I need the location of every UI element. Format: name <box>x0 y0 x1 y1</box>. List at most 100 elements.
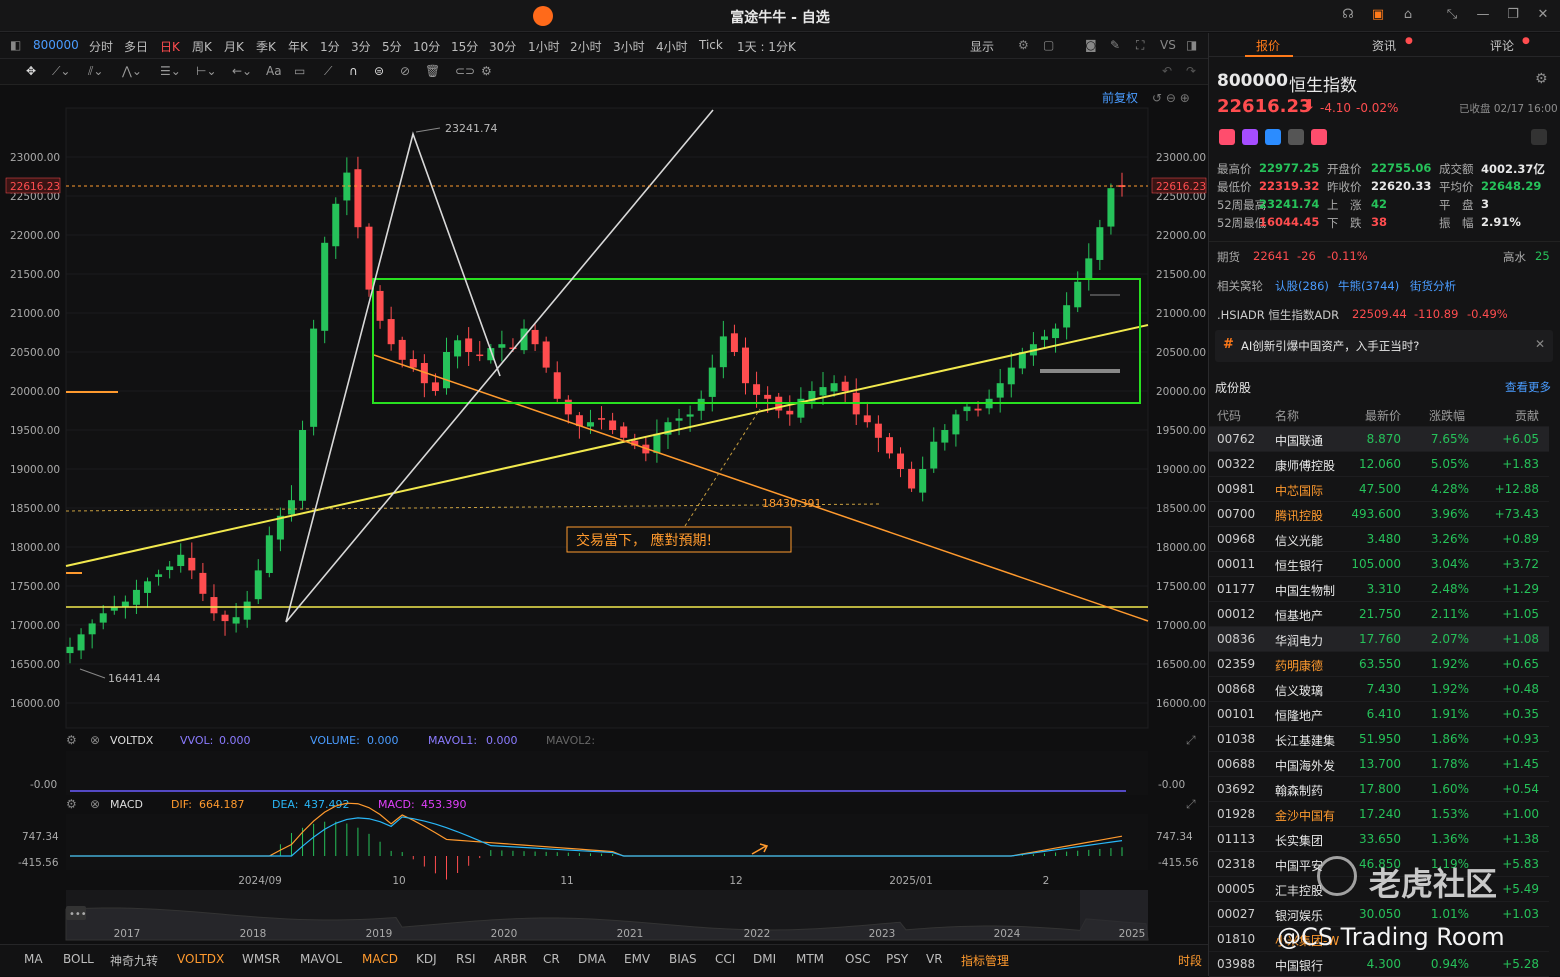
macd-settings-icon[interactable]: ⚙ <box>66 797 77 811</box>
trash-icon[interactable]: 🗑 <box>425 64 440 78</box>
magnet-icon[interactable]: ∩ <box>349 64 358 78</box>
col-code[interactable]: 代码 <box>1217 407 1241 424</box>
price-adjust-label[interactable]: 前复权 <box>1102 90 1138 105</box>
list-icon[interactable] <box>1288 129 1304 145</box>
display-dropdown[interactable]: 显示 <box>970 38 994 55</box>
reset-zoom-icon[interactable]: ↺ ⊖ ⊕ <box>1152 91 1190 105</box>
indicator-manage[interactable]: 指标管理 <box>961 952 1009 969</box>
ind-17[interactable]: OSC <box>845 952 870 966</box>
hide-drawing-icon[interactable]: ⊘ <box>400 64 410 78</box>
component-row[interactable]: 03692 翰森制药 17.800 1.60% +0.54 <box>1209 777 1549 802</box>
eraser-tool-icon[interactable]: ⟋ <box>324 64 332 79</box>
tf-10[interactable]: 10分 <box>413 38 440 55</box>
bull-bear-link[interactable]: 牛熊(3744) <box>1338 278 1399 294</box>
panel-toggle-icon[interactable]: ◧ <box>10 38 21 52</box>
component-row[interactable]: 00868 信义玻璃 7.430 1.92% +0.48 <box>1209 677 1549 702</box>
tf-13[interactable]: 1小时 <box>528 38 560 55</box>
ind-13[interactable]: BIAS <box>669 952 697 966</box>
macd-close-icon[interactable]: ⊗ <box>90 797 100 811</box>
tf-1[interactable]: 多日 <box>124 38 148 55</box>
tab-quote[interactable]: 报价 <box>1256 37 1280 54</box>
promo-close-icon[interactable]: ✕ <box>1535 337 1545 351</box>
see-more-link[interactable]: 查看更多 <box>1505 379 1551 395</box>
ind-12[interactable]: EMV <box>624 952 650 966</box>
minimize-icon[interactable]: — <box>1475 7 1491 23</box>
ind-11[interactable]: DMA <box>578 952 606 966</box>
col-name[interactable]: 名称 <box>1275 407 1299 424</box>
fib-tool-icon[interactable]: ☰⌄ <box>160 64 181 78</box>
tf-4[interactable]: 月K <box>224 38 244 55</box>
ind-16[interactable]: MTM <box>796 952 824 966</box>
shirt-icon[interactable]: ⌂ <box>1400 7 1416 23</box>
heart-icon[interactable] <box>1311 129 1327 145</box>
tf-12[interactable]: 30分 <box>489 38 516 55</box>
ind-14[interactable]: CCI <box>715 952 735 966</box>
lock-drawing-icon[interactable]: ⊜ <box>374 64 384 78</box>
ind-1[interactable]: BOLL <box>63 952 94 966</box>
component-row[interactable]: 00836 华润电力 17.760 2.07% +1.08 <box>1209 627 1549 652</box>
component-row[interactable]: 00981 中芯国际 47.500 4.28% +12.88 <box>1209 477 1549 502</box>
component-row[interactable]: 00012 恒基地产 21.750 2.11% +1.05 <box>1209 602 1549 627</box>
tf-14[interactable]: 2小时 <box>570 38 602 55</box>
ind-19[interactable]: VR <box>926 952 943 966</box>
ind-9[interactable]: ARBR <box>494 952 527 966</box>
tf-6[interactable]: 年K <box>288 38 308 55</box>
tab-comments[interactable]: 评论 <box>1490 37 1514 54</box>
tf-17[interactable]: Tick <box>699 38 723 52</box>
kline-chart-area[interactable]: 23000.00 22500.00 22000.00 21500.00 21000.00… <box>0 86 1208 944</box>
chip-icon[interactable] <box>1265 129 1281 145</box>
tf-16[interactable]: 4小时 <box>656 38 688 55</box>
component-row[interactable]: 00700 腾讯控股 493.600 3.96% +73.43 <box>1209 502 1549 527</box>
compare-icon[interactable]: VS <box>1160 38 1176 52</box>
tf-15[interactable]: 3小时 <box>613 38 645 55</box>
fullscreen-icon[interactable]: ⛶ <box>1136 38 1144 53</box>
session-button[interactable]: 时段 <box>1178 952 1202 969</box>
tf-5[interactable]: 季K <box>256 38 276 55</box>
tf-2[interactable]: 日K <box>160 38 180 55</box>
ind-10[interactable]: CR <box>543 952 560 966</box>
component-row[interactable]: 00101 恒隆地产 6.410 1.91% +0.35 <box>1209 702 1549 727</box>
component-row[interactable]: 02359 药明康德 63.550 1.92% +0.65 <box>1209 652 1549 677</box>
tf-0[interactable]: 分时 <box>89 38 113 55</box>
pen-icon[interactable]: ✎ <box>1110 38 1120 52</box>
restore-icon[interactable]: ❐ <box>1505 7 1521 23</box>
kline-chart-svg[interactable]: 23000.0022500.0022000.0021500.0021000.00… <box>0 86 1208 944</box>
bell-icon[interactable] <box>1531 129 1547 145</box>
stock-code[interactable]: 800000 <box>33 38 79 52</box>
ind-15[interactable]: DMI <box>753 952 776 966</box>
wave-tool-icon[interactable]: ⋀⌄ <box>122 64 142 78</box>
component-row[interactable]: 00322 康师傅控股 12.060 5.05% +1.83 <box>1209 452 1549 477</box>
component-row[interactable]: 00688 中国海外发 13.700 1.78% +1.45 <box>1209 752 1549 777</box>
gear-icon[interactable]: ⚙ <box>1018 38 1029 52</box>
close-icon[interactable]: ✕ <box>1535 7 1551 23</box>
component-row[interactable]: 00968 信义光能 3.480 3.26% +0.89 <box>1209 527 1549 552</box>
tf-11[interactable]: 15分 <box>451 38 478 55</box>
adr-name[interactable]: .HSIADR 恒生指数ADR <box>1217 307 1339 323</box>
channel-tool-icon[interactable]: ⫽⌄ <box>88 64 103 79</box>
draw-settings-icon[interactable]: ⚙ <box>481 64 492 78</box>
tab-news[interactable]: 资讯 <box>1372 37 1396 54</box>
undo-icon[interactable]: ↶ <box>1162 64 1172 78</box>
sidebar-toggle-icon[interactable]: ◨ <box>1186 38 1197 52</box>
camera-icon[interactable]: ◙ <box>1085 38 1097 52</box>
tf-8[interactable]: 3分 <box>351 38 371 55</box>
macd-expand-icon[interactable]: ⤢ <box>1185 797 1196 811</box>
ind-0[interactable]: MA <box>24 952 43 966</box>
voltdx-expand-icon[interactable]: ⤢ <box>1185 733 1196 747</box>
tf-dropdown[interactable]: 1天 : 1分K <box>737 38 796 55</box>
component-row[interactable]: 00011 恒生银行 105.000 3.04% +3.72 <box>1209 552 1549 577</box>
tf-9[interactable]: 5分 <box>382 38 402 55</box>
voltdx-close-icon[interactable]: ⊗ <box>90 733 100 747</box>
component-row[interactable]: 01177 中国生物制 3.310 2.48% +1.29 <box>1209 577 1549 602</box>
arrow-tool-icon[interactable]: ←⌄ <box>232 64 252 78</box>
link-icon[interactable]: ⊂⊃ <box>455 64 475 78</box>
component-row[interactable]: 00762 中国联通 8.870 7.65% +6.05 <box>1209 427 1549 452</box>
col-pct[interactable]: 涨跌幅 <box>1429 407 1465 424</box>
settings-icon[interactable]: ⚙ <box>1535 71 1548 87</box>
redo-icon[interactable]: ↷ <box>1186 64 1196 78</box>
component-row[interactable]: 03988 中国银行 4.300 0.94% +5.28 <box>1209 952 1549 977</box>
component-row[interactable]: 01038 长江基建集 51.950 1.86% +0.93 <box>1209 727 1549 752</box>
col-contrib[interactable]: 贡献 <box>1515 407 1539 424</box>
crosshair-icon[interactable]: ✥ <box>26 64 36 78</box>
measure-tool-icon[interactable]: ⊢⌄ <box>196 64 217 78</box>
